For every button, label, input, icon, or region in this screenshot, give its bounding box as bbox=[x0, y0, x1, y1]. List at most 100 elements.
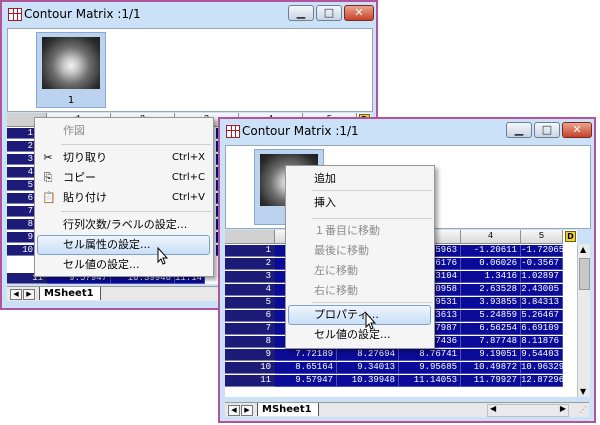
menu-item-move-left[interactable]: 左に移動 bbox=[286, 261, 434, 281]
menu-item-plot[interactable]: 作図 bbox=[35, 121, 213, 141]
sheet-next-button[interactable]: ▶ bbox=[241, 405, 253, 416]
row-header[interactable]: 10 bbox=[7, 245, 37, 256]
minimize-icon: ▁ bbox=[296, 6, 306, 19]
front-title-bar[interactable]: Contour Matrix :1/1 ▁ □ ✕ bbox=[220, 119, 594, 143]
row-header[interactable]: 8 bbox=[7, 219, 37, 230]
menu-item-label: １番目に移動 bbox=[314, 224, 380, 237]
menu-item-dimensions-labels[interactable]: 行列次数/ラベルの設定... bbox=[35, 215, 213, 235]
menu-item-move-first[interactable]: １番目に移動 bbox=[286, 221, 434, 241]
grid-cell[interactable]: 11.14053 bbox=[399, 375, 461, 387]
close-button[interactable]: ✕ bbox=[562, 122, 592, 138]
row-header[interactable]: 6 bbox=[7, 193, 37, 204]
menu-item-set-values[interactable]: セル値の設定... bbox=[286, 325, 434, 345]
resize-grip-icon[interactable]: ⋰ bbox=[579, 405, 587, 414]
vertical-scrollbar[interactable]: ▲ ▼ bbox=[577, 244, 590, 397]
grid-cell[interactable]: 1.3416 bbox=[461, 271, 521, 283]
grid-cell[interactable]: 7.87748 bbox=[461, 336, 521, 348]
row-header[interactable]: 4 bbox=[225, 284, 275, 296]
grid-cell[interactable]: 10.96329 bbox=[521, 362, 564, 374]
scroll-thumb[interactable] bbox=[579, 258, 590, 290]
row-header[interactable]: 2 bbox=[7, 141, 37, 152]
mouse-cursor-icon bbox=[157, 247, 169, 265]
grid-cell[interactable]: 8.11876 bbox=[521, 336, 563, 348]
menu-item-label: コピー bbox=[63, 171, 96, 184]
menu-item-copy[interactable]: ⎘ コピー Ctrl+C bbox=[35, 168, 213, 188]
row-header[interactable]: 5 bbox=[225, 297, 275, 309]
grid-cell[interactable]: 1.02897 bbox=[521, 271, 563, 283]
sheet-tab[interactable]: MSheet1 bbox=[39, 287, 101, 300]
grid-cell[interactable]: 9.57947 bbox=[275, 375, 337, 387]
menu-item-label: 挿入 bbox=[314, 196, 336, 209]
menu-item-set-values[interactable]: セル値の設定... bbox=[35, 255, 213, 275]
row-header[interactable]: 3 bbox=[225, 271, 275, 283]
row-header[interactable]: 6 bbox=[225, 310, 275, 322]
grid-cell[interactable]: 5.26467 bbox=[521, 310, 563, 322]
grid-cell[interactable]: -1.72065 bbox=[521, 245, 564, 257]
close-button[interactable]: ✕ bbox=[344, 5, 374, 21]
grid-cell[interactable]: 10.39948 bbox=[337, 375, 399, 387]
menu-item-add[interactable]: 追加 bbox=[286, 169, 434, 189]
row-header[interactable]: 3 bbox=[7, 154, 37, 165]
grid-cell[interactable]: 12.87296 bbox=[521, 375, 564, 387]
grid-cell[interactable]: 11.79927 bbox=[461, 375, 521, 387]
grid-cell[interactable]: 10.49872 bbox=[461, 362, 521, 374]
grid-cell[interactable]: 2.63528 bbox=[461, 284, 521, 296]
row-header[interactable]: 2 bbox=[225, 258, 275, 270]
grid-cell[interactable]: -0.3567 bbox=[521, 258, 563, 270]
maximize-button[interactable]: □ bbox=[534, 122, 560, 138]
sheet-tab[interactable]: MSheet1 bbox=[257, 403, 319, 416]
grid-cell[interactable]: 3.84313 bbox=[521, 297, 563, 309]
grid-cell[interactable]: -1.20611 bbox=[461, 245, 521, 257]
grid-cell[interactable]: 8.65164 bbox=[275, 362, 337, 374]
row-header[interactable]: 9 bbox=[7, 232, 37, 243]
row-header[interactable]: 7 bbox=[225, 323, 275, 335]
row-header[interactable]: 1 bbox=[7, 128, 37, 139]
minimize-button[interactable]: ▁ bbox=[288, 5, 314, 21]
grid-cell[interactable]: 6.56254 bbox=[461, 323, 521, 335]
row-header[interactable]: 9 bbox=[225, 349, 275, 361]
grid-cell[interactable]: 9.19051 bbox=[461, 349, 521, 361]
grid-cell[interactable]: 8.27694 bbox=[337, 349, 399, 361]
chevron-left-icon: ◀ bbox=[231, 406, 237, 414]
menu-item-shortcut: Ctrl+X bbox=[171, 152, 205, 163]
maximize-button[interactable]: □ bbox=[316, 5, 342, 21]
grid-cell[interactable]: 3.93855 bbox=[461, 297, 521, 309]
grid-cell[interactable]: 0.06026 bbox=[461, 258, 521, 270]
grid-cell[interactable]: 9.54403 bbox=[521, 349, 563, 361]
menu-item-move-last[interactable]: 最後に移動 bbox=[286, 241, 434, 261]
row-header[interactable]: 8 bbox=[225, 336, 275, 348]
grid-cell[interactable]: 9.95685 bbox=[399, 362, 461, 374]
menu-item-move-right[interactable]: 右に移動 bbox=[286, 281, 434, 301]
contour-thumbnail-image bbox=[42, 37, 100, 89]
sheet-next-button[interactable]: ▶ bbox=[23, 289, 35, 300]
row-header[interactable]: 7 bbox=[7, 206, 37, 217]
menu-item-insert[interactable]: 挿入 bbox=[286, 193, 434, 213]
sheet-prev-button[interactable]: ◀ bbox=[10, 289, 22, 300]
grid-cell[interactable]: 9.34013 bbox=[337, 362, 399, 374]
menu-item-cut[interactable]: ✂ 切り取り Ctrl+X bbox=[35, 148, 213, 168]
row-header[interactable]: 10 bbox=[225, 362, 275, 374]
back-title-bar[interactable]: Contour Matrix :1/1 ▁ □ ✕ bbox=[2, 2, 376, 26]
row-header[interactable]: 1 bbox=[225, 245, 275, 257]
column-header[interactable]: 4 bbox=[461, 230, 521, 244]
sheet-prev-button[interactable]: ◀ bbox=[228, 405, 240, 416]
grid-corner[interactable] bbox=[225, 230, 275, 244]
grid-cell[interactable]: 6.69109 bbox=[521, 323, 563, 335]
grid-cell[interactable]: 5.24859 bbox=[461, 310, 521, 322]
back-thumbnail[interactable]: 1 bbox=[36, 32, 106, 108]
d-button[interactable]: D bbox=[565, 231, 576, 242]
column-header[interactable]: 5 bbox=[521, 230, 563, 244]
mouse-cursor-icon bbox=[365, 312, 377, 330]
grid-cell[interactable]: 2.43005 bbox=[521, 284, 563, 296]
row-header[interactable]: 4 bbox=[7, 167, 37, 178]
minimize-button[interactable]: ▁ bbox=[506, 122, 532, 138]
grid-cell[interactable]: 7.72189 bbox=[275, 349, 337, 361]
menu-item-label: 左に移動 bbox=[314, 264, 358, 277]
row-header[interactable]: 11 bbox=[225, 375, 275, 387]
menu-item-properties[interactable]: プロパティ... bbox=[286, 305, 434, 325]
horizontal-scrollbar[interactable]: ◀ ▶ bbox=[487, 404, 569, 417]
row-header[interactable]: 5 bbox=[7, 180, 37, 191]
menu-item-cell-attributes[interactable]: セル属性の設定... bbox=[35, 235, 213, 255]
grid-cell[interactable]: 8.76741 bbox=[399, 349, 461, 361]
menu-item-paste[interactable]: 📋 貼り付け Ctrl+V bbox=[35, 188, 213, 208]
